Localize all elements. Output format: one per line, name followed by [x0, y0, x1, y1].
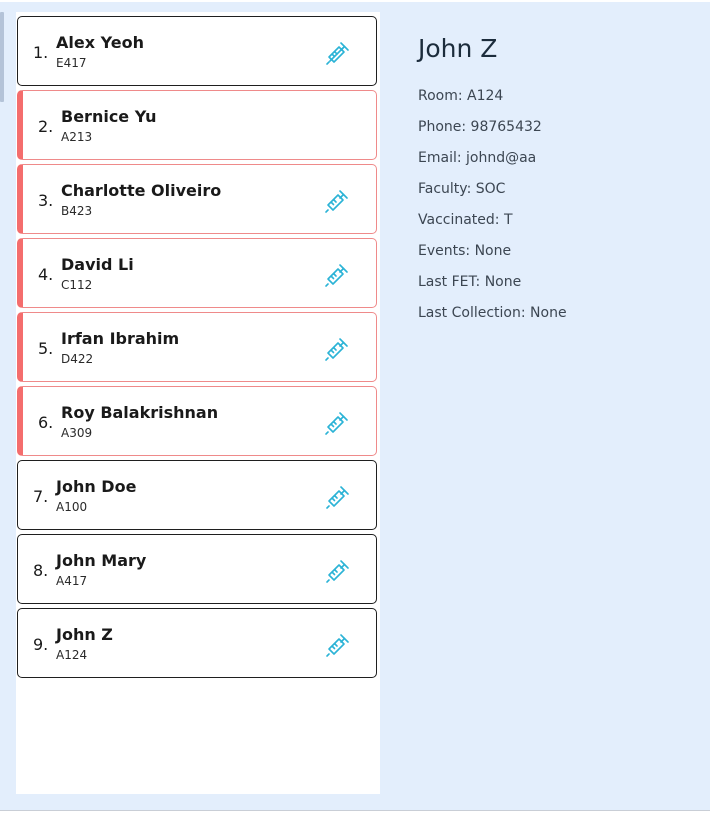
syringe-icon [326, 486, 349, 509]
syringe-icon [325, 190, 348, 213]
card-name: John Mary [56, 551, 147, 570]
person-card[interactable]: 1. Alex Yeoh E417 [17, 16, 377, 86]
card-index: 2. [38, 117, 54, 136]
detail-last-fet: Last FET: None [418, 274, 522, 290]
card-name: Alex Yeoh [56, 33, 144, 52]
card-room: A100 [56, 500, 88, 514]
syringe-icon [325, 338, 348, 361]
person-card[interactable]: 7. John Doe A100 [17, 460, 377, 530]
syringe-icon [325, 412, 348, 435]
detail-events: Events: None [418, 243, 512, 259]
card-name: John Doe [56, 477, 137, 496]
person-list[interactable]: 1. Alex Yeoh E417 2. Bernice Yu A213 3. … [16, 12, 380, 794]
card-name: John Z [56, 625, 113, 644]
card-room: B423 [61, 204, 93, 218]
card-index: 5. [38, 339, 54, 358]
card-room: C112 [61, 278, 93, 292]
card-room: A309 [61, 426, 93, 440]
card-index: 4. [38, 265, 54, 284]
detail-room: Room: A124 [418, 88, 504, 104]
card-name: Charlotte Oliveiro [61, 181, 222, 200]
detail-email: Email: johnd@aa [418, 150, 537, 166]
window-bottom-border [0, 810, 710, 811]
card-room: D422 [61, 352, 94, 366]
card-room: A417 [56, 574, 88, 588]
app-window: 1. Alex Yeoh E417 2. Bernice Yu A213 3. … [0, 2, 710, 810]
card-name: David Li [61, 255, 134, 274]
detail-vaccinated: Vaccinated: T [418, 212, 513, 228]
list-scrollbar-thumb[interactable] [0, 12, 4, 102]
syringe-icon [326, 560, 349, 583]
person-card[interactable]: 8. John Mary A417 [17, 534, 377, 604]
card-room: E417 [56, 56, 87, 70]
detail-last-collection: Last Collection: None [418, 305, 567, 321]
syringe-icon [326, 42, 349, 65]
card-name: Bernice Yu [61, 107, 157, 126]
person-card[interactable]: 9. John Z A124 [17, 608, 377, 678]
card-index: 7. [33, 487, 49, 506]
detail-faculty: Faculty: SOC [418, 181, 506, 197]
card-index: 6. [38, 413, 54, 432]
card-room: A124 [56, 648, 88, 662]
card-index: 9. [33, 635, 49, 654]
person-card[interactable]: 3. Charlotte Oliveiro B423 [17, 164, 377, 234]
detail-phone: Phone: 98765432 [418, 119, 542, 135]
syringe-icon [326, 634, 349, 657]
person-card[interactable]: 4. David Li C112 [17, 238, 377, 308]
card-room: A213 [61, 130, 93, 144]
card-name: Irfan Ibrahim [61, 329, 180, 348]
card-name: Roy Balakrishnan [61, 403, 219, 422]
detail-name: John Z [418, 34, 498, 63]
card-index: 8. [33, 561, 49, 580]
person-card[interactable]: 5. Irfan Ibrahim D422 [17, 312, 377, 382]
card-index: 3. [38, 191, 54, 210]
person-card[interactable]: 6. Roy Balakrishnan A309 [17, 386, 377, 456]
syringe-icon [325, 264, 348, 287]
person-card[interactable]: 2. Bernice Yu A213 [17, 90, 377, 160]
card-index: 1. [33, 43, 49, 62]
person-detail-panel: John Z Room: A124 Phone: 98765432 Email:… [390, 4, 710, 812]
